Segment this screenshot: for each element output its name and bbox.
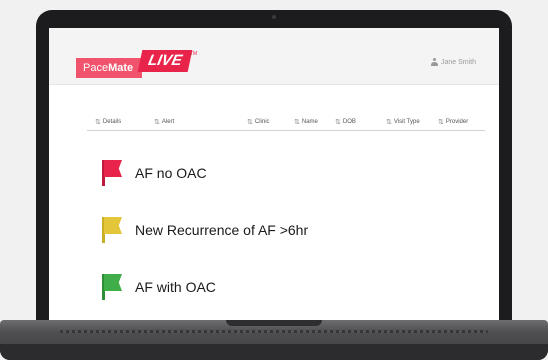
legend-item-af-with-oac: AF with OAC [102, 274, 216, 300]
flag-cloth [104, 160, 122, 177]
legend-item-af-no-oac: AF no OAC [102, 160, 207, 186]
column-visit-type[interactable]: ⇅ Visit Type [386, 118, 420, 126]
logo-mate-text: Mate [108, 62, 134, 74]
laptop-screen: PaceMate LIVE TM Jane Smith ⇅ Details ⇅ … [49, 28, 499, 330]
logo-pacemate: PaceMate [76, 58, 142, 78]
column-dob[interactable]: ⇅ DOB [335, 118, 356, 126]
column-label: DOB [342, 119, 356, 125]
sort-icon: ⇅ [386, 119, 392, 126]
column-clinic[interactable]: ⇅ Clinic [247, 118, 270, 126]
column-details[interactable]: ⇅ Details [95, 118, 121, 126]
column-label: Name [301, 119, 318, 125]
sort-icon: ⇅ [247, 119, 253, 126]
user-name: Jane Smith [440, 58, 476, 66]
flag-cloth [104, 217, 122, 234]
column-label: Provider [445, 119, 469, 125]
logo-pace-text: Pace [83, 62, 109, 74]
legend-item-new-recurrence: New Recurrence of AF >6hr [102, 217, 308, 243]
app-header: PaceMate LIVE TM Jane Smith [49, 28, 499, 85]
sort-icon: ⇅ [438, 119, 444, 126]
sort-icon: ⇅ [335, 119, 341, 126]
legend-label: AF with OAC [135, 279, 216, 295]
column-label: Alert [161, 119, 175, 125]
yellow-flag-icon [102, 217, 122, 243]
speaker-grille [60, 330, 488, 333]
pacemate-live-logo[interactable]: PaceMate LIVE TM [76, 50, 206, 78]
laptop-base [0, 320, 548, 360]
sort-icon: ⇅ [154, 119, 160, 126]
column-name[interactable]: ⇅ Name [294, 118, 318, 126]
legend-label: New Recurrence of AF >6hr [135, 222, 309, 238]
logo-live: LIVE [137, 50, 193, 72]
column-provider[interactable]: ⇅ Provider [438, 118, 468, 126]
sort-icon: ⇅ [294, 119, 300, 126]
user-menu[interactable]: Jane Smith [430, 58, 476, 66]
green-flag-icon [102, 274, 122, 300]
sort-icon: ⇅ [95, 119, 101, 126]
base-notch [226, 320, 322, 326]
laptop-lid: PaceMate LIVE TM Jane Smith ⇅ Details ⇅ … [36, 10, 512, 330]
column-label: Visit Type [393, 119, 420, 125]
camera [272, 15, 276, 19]
logo-trademark: TM [190, 51, 198, 57]
flag-cloth [104, 274, 122, 291]
column-label: Clinic [254, 119, 270, 125]
red-flag-icon [102, 160, 122, 186]
table-header: ⇅ Details ⇅ Alert ⇅ Clinic ⇅ Name ⇅ DOB … [87, 116, 485, 131]
base-shadow [0, 344, 548, 360]
column-label: Details [102, 119, 122, 125]
column-alert[interactable]: ⇅ Alert [154, 118, 174, 126]
legend-label: AF no OAC [135, 165, 207, 181]
user-icon [430, 58, 438, 66]
